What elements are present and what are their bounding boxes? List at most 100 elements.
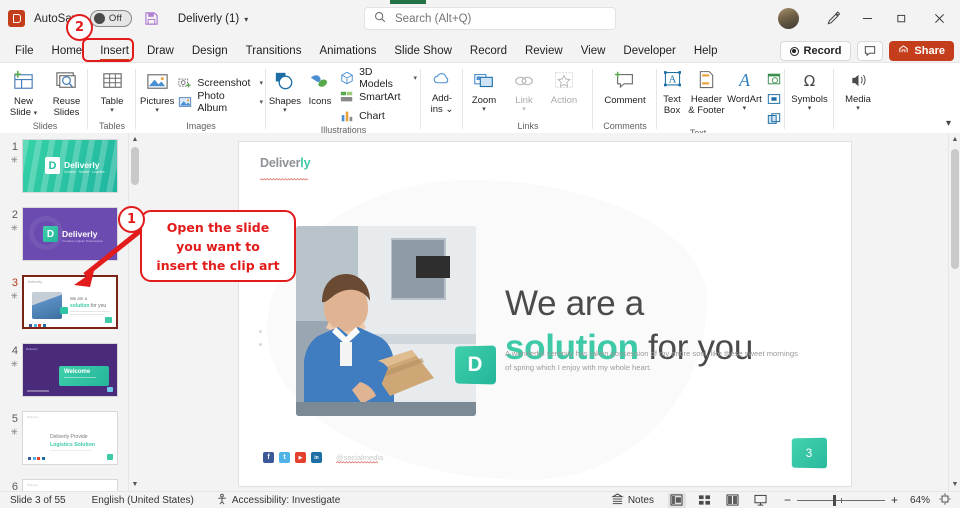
chevron-down-icon: ▾ bbox=[155, 107, 159, 114]
social-handle[interactable]: @socialmedia bbox=[336, 453, 383, 464]
tab-file[interactable]: File bbox=[6, 40, 43, 62]
language-label[interactable]: English (United States) bbox=[92, 495, 194, 506]
thumbnail-image[interactable]: Deliverly bbox=[22, 479, 118, 491]
canvas-scrollbar[interactable]: ▲ ▼ bbox=[948, 133, 960, 491]
icons-button[interactable]: Icons bbox=[304, 66, 336, 107]
youtube-icon[interactable]: ▶ bbox=[295, 452, 306, 463]
scrollbar-thumb[interactable] bbox=[951, 149, 959, 269]
scroll-up-icon[interactable]: ▲ bbox=[129, 133, 140, 146]
search-input[interactable] bbox=[393, 11, 588, 26]
tab-design[interactable]: Design bbox=[183, 40, 237, 62]
restore-button[interactable] bbox=[884, 0, 918, 37]
tab-animations[interactable]: Animations bbox=[310, 40, 385, 62]
thumbnail-4[interactable]: 4 ✳ Deliverly Welcome bbox=[0, 343, 140, 397]
close-button[interactable] bbox=[918, 0, 960, 37]
accessibility-status[interactable]: Accessibility: Investigate bbox=[216, 493, 340, 508]
thumbnail-image[interactable]: Deliverly Deliverly Provide Logistics So… bbox=[22, 411, 118, 465]
tab-draw[interactable]: Draw bbox=[138, 40, 183, 62]
thumbnail-5[interactable]: 5 ✳ Deliverly Deliverly Provide Logistic… bbox=[0, 411, 140, 465]
wordart-button[interactable]: A WordArt ▾ bbox=[726, 66, 763, 113]
slide-number-button[interactable] bbox=[763, 89, 785, 108]
slide-body-text[interactable]: A wonderful serenity has taken possessio… bbox=[505, 347, 805, 375]
thumbnail-image[interactable]: Deliverly Welcome bbox=[22, 343, 118, 397]
tab-view[interactable]: View bbox=[572, 40, 615, 62]
thumbnail-image[interactable]: D Deliverly Creative Logistic Presentati… bbox=[22, 207, 118, 261]
facebook-icon[interactable]: f bbox=[263, 452, 274, 463]
file-name[interactable]: Deliverly (1) ▾ bbox=[178, 13, 248, 25]
ribbon-collapse-button[interactable]: ▾ bbox=[946, 118, 951, 129]
tab-help[interactable]: Help bbox=[685, 40, 727, 62]
slide-sorter-button[interactable] bbox=[696, 493, 714, 508]
photo-album-button[interactable]: Photo Album ▾ bbox=[174, 90, 267, 114]
object-button[interactable] bbox=[763, 109, 785, 128]
scroll-up-icon[interactable]: ▲ bbox=[949, 133, 960, 146]
zoom-in-button[interactable]: + bbox=[891, 493, 898, 507]
zoom-button[interactable]: Zoom ▾ bbox=[463, 66, 505, 114]
record-button[interactable]: Record bbox=[779, 41, 852, 61]
new-slide-button[interactable]: New Slide ▾ bbox=[2, 66, 45, 118]
chart-button[interactable]: Chart bbox=[336, 106, 421, 125]
zoom-slider[interactable] bbox=[796, 494, 885, 506]
thumbnail-1[interactable]: 1 ✳ D Deliverly Creative · Service · Log… bbox=[0, 139, 140, 193]
link-icon bbox=[512, 69, 536, 93]
slide-thumbnails-pane[interactable]: 1 ✳ D Deliverly Creative · Service · Log… bbox=[0, 133, 140, 491]
text-box-button[interactable]: A Text Box bbox=[657, 66, 687, 116]
add-ins-button[interactable]: Add- ins ⌄ bbox=[422, 66, 462, 115]
date-time-button[interactable] bbox=[763, 69, 785, 88]
link-button[interactable]: Link ▾ bbox=[505, 66, 543, 114]
thumbnail-image[interactable]: Deliverly We are a solution for you bbox=[22, 275, 118, 329]
comments-button[interactable] bbox=[857, 41, 884, 61]
linkedin-icon[interactable]: in bbox=[311, 452, 322, 463]
table-button[interactable]: Table ▾ bbox=[89, 66, 135, 115]
comment-button[interactable]: Comment bbox=[594, 66, 656, 106]
smartart-button[interactable]: SmartArt bbox=[336, 87, 421, 106]
avatar[interactable] bbox=[778, 8, 799, 29]
normal-view-button[interactable] bbox=[667, 492, 686, 508]
autosave-toggle[interactable]: Off bbox=[89, 10, 132, 27]
zoom-out-button[interactable]: − bbox=[784, 493, 791, 507]
workspace: 1 ✳ D Deliverly Creative · Service · Log… bbox=[0, 133, 960, 491]
current-slide[interactable]: Deliverly D We are a solution for you A … bbox=[239, 142, 851, 486]
scroll-down-icon[interactable]: ▼ bbox=[129, 478, 140, 491]
tab-review[interactable]: Review bbox=[516, 40, 572, 62]
twitter-icon[interactable]: t bbox=[279, 452, 290, 463]
3d-models-button[interactable]: 3D Models ▾ bbox=[336, 66, 421, 90]
scrollbar-thumb[interactable] bbox=[131, 147, 139, 185]
header-footer-button[interactable]: Header & Footer bbox=[687, 66, 726, 116]
fit-slide-icon[interactable] bbox=[939, 492, 951, 508]
slideshow-button[interactable] bbox=[752, 493, 770, 508]
delivery-man-photo[interactable] bbox=[296, 226, 476, 416]
tab-home[interactable]: Home bbox=[43, 40, 92, 62]
tab-insert[interactable]: Insert bbox=[91, 40, 138, 62]
title-bar: AutoSave Off Deliverly (1) ▾ bbox=[0, 0, 960, 37]
scroll-down-icon[interactable]: ▼ bbox=[949, 478, 960, 491]
symbols-button[interactable]: Ω Symbols ▾ bbox=[786, 66, 834, 113]
thumbnails-scrollbar[interactable]: ▲ ▼ bbox=[128, 133, 140, 491]
zoom-level-label[interactable]: 64% bbox=[910, 495, 930, 506]
animation-star-icon: ✳ bbox=[10, 427, 18, 437]
slider-knob[interactable] bbox=[832, 494, 836, 506]
shapes-button[interactable]: Shapes ▾ bbox=[266, 66, 304, 115]
reuse-slides-button[interactable]: Reuse Slides bbox=[45, 66, 88, 118]
slide-count-label[interactable]: Slide 3 of 55 bbox=[10, 495, 66, 506]
thumbnail-number: 6 ✳ bbox=[11, 481, 18, 491]
minimize-button[interactable] bbox=[850, 0, 884, 37]
tab-transitions[interactable]: Transitions bbox=[237, 40, 311, 62]
notes-button[interactable]: Notes bbox=[611, 492, 654, 508]
pen-icon[interactable] bbox=[816, 0, 850, 37]
thumbnail-6[interactable]: 6 ✳ Deliverly bbox=[0, 479, 140, 491]
thumbnail-image[interactable]: D Deliverly Creative · Service · Logisti… bbox=[22, 139, 118, 193]
thumbnail-2[interactable]: 2 ✳ D Deliverly Creative Logistic Presen… bbox=[0, 207, 140, 261]
slide-logo[interactable]: Deliverly bbox=[259, 156, 311, 181]
reading-view-button[interactable] bbox=[724, 493, 742, 508]
pictures-button[interactable]: Pictures ▾ bbox=[140, 66, 174, 115]
tab-developer[interactable]: Developer bbox=[614, 40, 684, 62]
slider-tick bbox=[840, 497, 842, 503]
tab-slide-show[interactable]: Slide Show bbox=[385, 40, 461, 62]
search-box[interactable] bbox=[364, 7, 616, 30]
tab-record[interactable]: Record bbox=[461, 40, 516, 62]
thumbnail-3[interactable]: 3 ✳ Deliverly We are a solution for you bbox=[0, 275, 140, 329]
save-icon[interactable] bbox=[143, 10, 160, 27]
share-button[interactable]: Share bbox=[889, 41, 954, 61]
media-button[interactable]: Media ▾ bbox=[835, 66, 881, 113]
